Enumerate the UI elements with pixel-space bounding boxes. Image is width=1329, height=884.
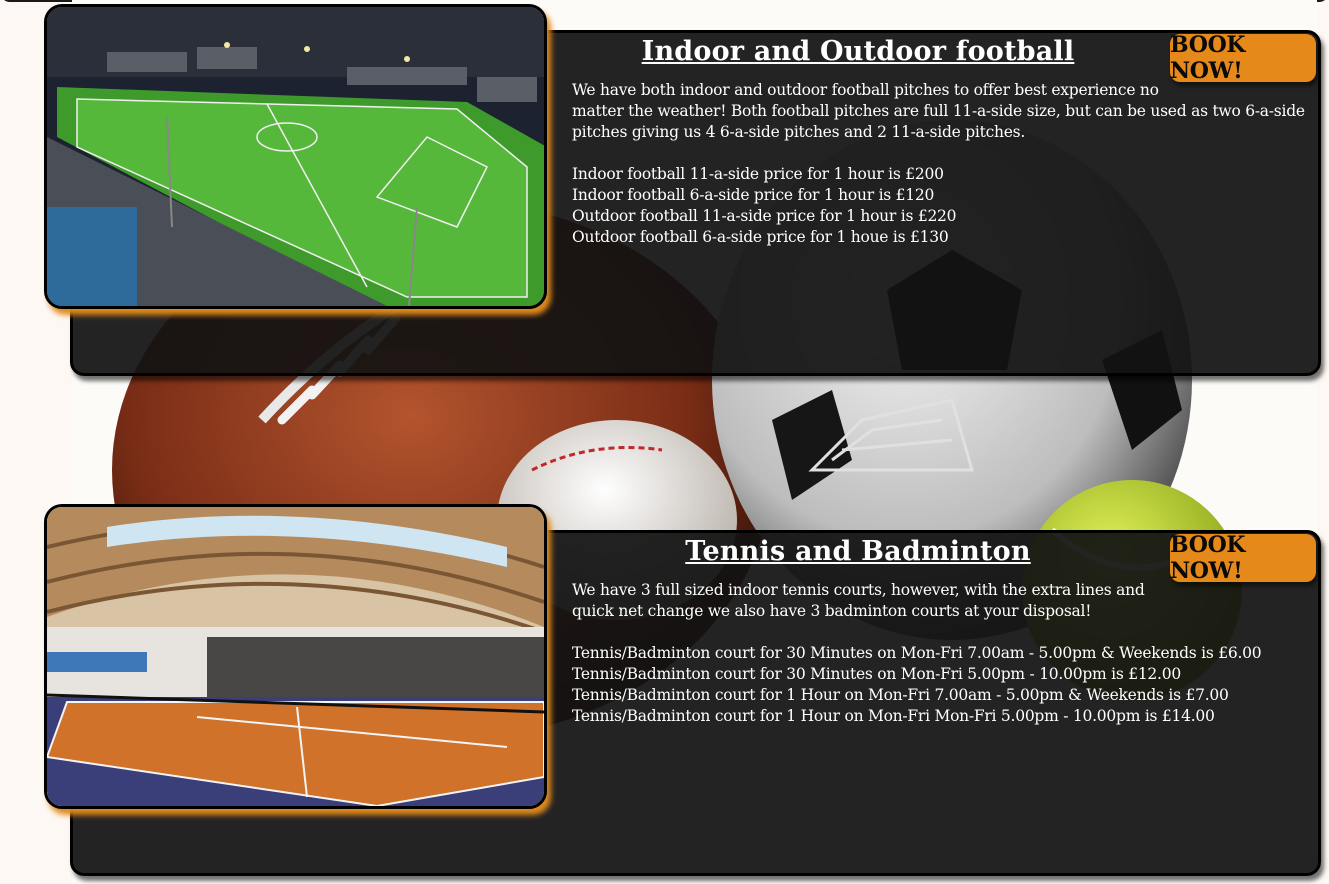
- description-line: pitches giving us 4 6-a-side pitches and…: [572, 123, 1026, 141]
- description-line: We have 3 full sized indoor tennis court…: [572, 581, 1145, 599]
- section-title: Tennis and Badminton: [685, 536, 1031, 567]
- price-line: Indoor football 6-a-side price for 1 hou…: [572, 186, 935, 204]
- football-pitch-photo: [44, 4, 547, 309]
- section-description: We have both indoor and outdoor football…: [572, 80, 1305, 248]
- section-description: We have 3 full sized indoor tennis court…: [572, 580, 1292, 727]
- description-line: quick net change we also have 3 badminto…: [572, 602, 1092, 620]
- price-line: Outdoor football 6-a-side price for 1 ho…: [572, 228, 949, 246]
- tennis-court-photo: [44, 504, 547, 809]
- price-line: Tennis/Badminton court for 1 Hour on Mon…: [572, 707, 1215, 725]
- book-now-button[interactable]: BOOK NOW!: [1170, 32, 1316, 84]
- price-line: Indoor football 11-a-side price for 1 ho…: [572, 165, 944, 183]
- price-list: Tennis/Badminton court for 30 Minutes on…: [572, 643, 1292, 727]
- section-title: Indoor and Outdoor football: [641, 36, 1075, 67]
- book-now-button[interactable]: BOOK NOW!: [1170, 532, 1316, 584]
- price-line: Tennis/Badminton court for 30 Minutes on…: [572, 665, 1181, 683]
- description-line: matter the weather! Both football pitche…: [572, 102, 1305, 120]
- price-list: Indoor football 11-a-side price for 1 ho…: [572, 164, 1292, 248]
- description-line: We have both indoor and outdoor football…: [572, 81, 1159, 99]
- price-line: Tennis/Badminton court for 30 Minutes on…: [572, 644, 1262, 662]
- price-line: Tennis/Badminton court for 1 Hour on Mon…: [572, 686, 1229, 704]
- price-line: Outdoor football 11-a-side price for 1 h…: [572, 207, 957, 225]
